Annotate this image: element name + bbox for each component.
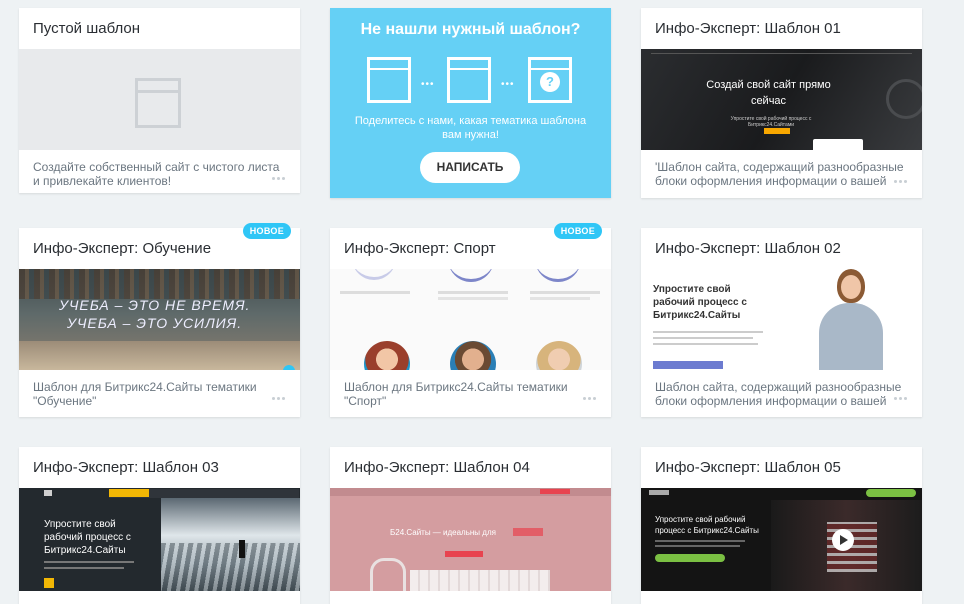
- card-description: Шаблон сайта, содержащий разнообразные б…: [655, 380, 902, 408]
- blank-page-icon: [135, 78, 181, 128]
- template-preview: [330, 269, 611, 370]
- card-title: Инфо-Эксперт: Шаблон 05: [655, 459, 841, 476]
- empty-preview: [19, 49, 300, 150]
- template-card-empty[interactable]: Пустой шаблон Создайте собственный сайт …: [19, 8, 300, 193]
- watch-icon: [886, 79, 922, 119]
- preview-line-1: УЧЕБА – ЭТО НЕ ВРЕМЯ.: [59, 297, 251, 313]
- template-icon: [447, 57, 491, 103]
- preview-heading: Б24.Сайты — идеальны для: [390, 528, 496, 537]
- template-card[interactable]: Инфо-Эксперт: Шаблон 01 Создай свой сайт…: [641, 8, 922, 198]
- card-description: Шаблон для Битрикс24.Сайты тематики "Спо…: [344, 380, 568, 408]
- avatar: [364, 341, 410, 370]
- preview-heading: Упростите свой рабочий процесс с Битрикс…: [44, 519, 131, 556]
- template-card[interactable]: Инфо-Эксперт: Шаблон 05 Упростите свой р…: [641, 447, 922, 604]
- more-icon[interactable]: [894, 397, 910, 403]
- card-title: Инфо-Эксперт: Обучение: [33, 240, 212, 257]
- template-preview: Упростите свой рабочий процесс с Битрикс…: [19, 488, 300, 591]
- preview-button: [655, 554, 725, 562]
- template-card[interactable]: НОВОЕ Инфо-Эксперт: Спорт Шаблон для Бит…: [330, 223, 611, 417]
- template-preview: Создай свой сайт прямо сейчас Упростите …: [641, 49, 922, 150]
- keyboard-image: [410, 570, 550, 591]
- request-text: Поделитесь с нами, какая тематика шаблон…: [354, 115, 587, 141]
- card-description: 'Шаблон сайта, содержащий разнообразные …: [655, 160, 904, 188]
- template-preview: Упростите свой рабочий процесс с Битрикс…: [641, 488, 922, 591]
- card-title: Инфо-Эксперт: Шаблон 02: [655, 240, 841, 257]
- card-title: Пустой шаблон: [33, 20, 141, 37]
- question-template-icon: ?: [528, 57, 572, 103]
- template-card[interactable]: Инфо-Эксперт: Шаблон 02 Упростите свой р…: [641, 228, 922, 417]
- ellipsis-icon: •••: [421, 79, 435, 90]
- card-description: Создайте собственный сайт с чистого лист…: [33, 160, 280, 188]
- write-button[interactable]: НАПИСАТЬ: [420, 152, 520, 183]
- preview-button: [653, 361, 723, 369]
- card-title: Инфо-Эксперт: Шаблон 04: [344, 459, 530, 476]
- template-preview: УЧЕБА – ЭТО НЕ ВРЕМЯ. УЧЕБА – ЭТО УСИЛИЯ…: [19, 269, 300, 370]
- avatar: [536, 341, 582, 370]
- new-badge: НОВОЕ: [242, 223, 291, 239]
- person-photo: [813, 269, 883, 370]
- preview-photo: [161, 498, 300, 591]
- new-badge: НОВОЕ: [553, 223, 602, 239]
- preview-heading: Упростите свой рабочий процесс с Битрикс…: [653, 284, 747, 321]
- template-preview: Б24.Сайты — идеальны для: [330, 488, 611, 591]
- template-card[interactable]: Инфо-Эксперт: Шаблон 03 Упростите свой р…: [19, 447, 300, 604]
- template-card[interactable]: Инфо-Эксперт: Шаблон 04 Б24.Сайты — идеа…: [330, 447, 611, 604]
- more-icon[interactable]: [272, 177, 288, 183]
- more-icon[interactable]: [272, 397, 288, 403]
- request-template-card: Не нашли нужный шаблон? ••• ••• ? Подели…: [330, 8, 611, 198]
- preview-line-2: УЧЕБА – ЭТО УСИЛИЯ.: [67, 315, 243, 331]
- card-title: Инфо-Эксперт: Спорт: [344, 240, 496, 257]
- preview-heading: Создай свой сайт прямо сейчас: [706, 79, 831, 107]
- preview-chat-icon: [283, 365, 295, 370]
- more-icon[interactable]: [583, 397, 599, 403]
- play-icon[interactable]: [832, 529, 854, 551]
- preview-subtitle: Упростите свой рабочий процесс с Битрикс…: [730, 116, 812, 128]
- template-card[interactable]: НОВОЕ Инфо-Эксперт: Обучение УЧЕБА – ЭТО…: [19, 223, 300, 417]
- avatar: [450, 341, 496, 370]
- card-title: Инфо-Эксперт: Шаблон 01: [655, 20, 841, 37]
- more-icon[interactable]: [894, 180, 910, 186]
- request-title: Не нашли нужный шаблон?: [360, 21, 581, 38]
- preview-heading: Упростите свой рабочий процесс с Битрикс…: [655, 515, 759, 535]
- ellipsis-icon: •••: [501, 79, 515, 90]
- card-title: Инфо-Эксперт: Шаблон 03: [33, 459, 219, 476]
- template-icon: [367, 57, 411, 103]
- preview-button: [764, 128, 790, 134]
- card-description: Шаблон для Битрикс24.Сайты тематики "Обу…: [33, 380, 257, 408]
- template-preview: Упростите свой рабочий процесс с Битрикс…: [641, 269, 922, 370]
